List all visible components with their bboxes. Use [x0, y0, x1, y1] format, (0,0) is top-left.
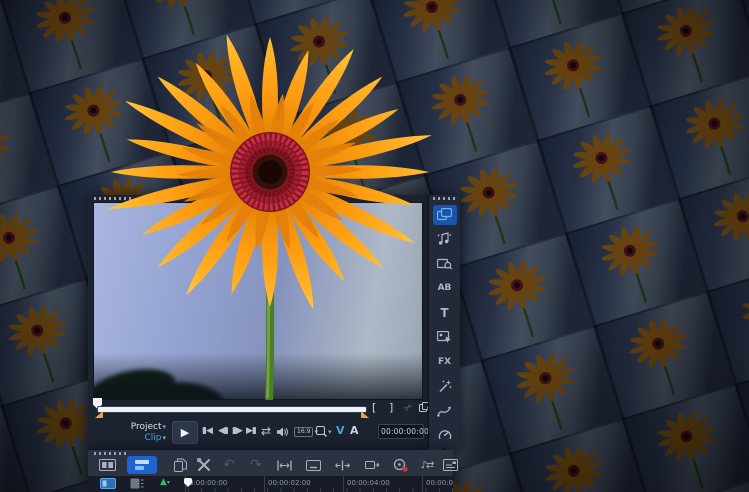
chevron-down-icon: ▾	[167, 479, 170, 486]
media-stack-icon	[437, 208, 452, 221]
graphic-overlay-icon	[437, 331, 452, 344]
screenshot-root: [ ] ✂ Project▾ Clip▾ ▶ ▮◀ ◀▮ ▮▶ ▶▮ ⇄	[0, 0, 749, 492]
timecode-display[interactable]: 00:00:00:000 ⇅	[378, 424, 424, 439]
video-toggle-button[interactable]: V	[336, 424, 345, 437]
seek-track[interactable]	[98, 407, 366, 412]
preview-player-panel: [ ] ✂ Project▾ Clip▾ ▶ ▮◀ ◀▮ ▮▶ ▶▮ ⇄	[88, 195, 428, 450]
fit-timeline-icon	[277, 460, 292, 471]
wrench-tools-icon	[197, 458, 211, 472]
expand-tracks-button[interactable]	[331, 456, 353, 474]
audio-toggle-button[interactable]: A	[350, 424, 359, 437]
title-t-label: T	[440, 306, 448, 320]
project-mode-button[interactable]: Project▾	[131, 422, 166, 433]
go-to-end-button[interactable]: ▶▮	[246, 426, 256, 436]
chevron-down-icon: ▾	[162, 423, 166, 431]
sidebar-item-transition[interactable]: AB	[433, 278, 457, 298]
transition-ab-label: AB	[438, 283, 452, 293]
video-bottom-shadow	[94, 353, 422, 399]
timeline-view-button[interactable]	[127, 456, 157, 474]
sound-mixer-button[interactable]: ♪⇄	[416, 456, 438, 474]
track-manager-button[interactable]	[130, 478, 144, 489]
toolbar-icon-row: ↶ ↷	[88, 456, 453, 476]
next-frame-button[interactable]: ▮▶	[232, 426, 242, 436]
trim-start-handle[interactable]	[95, 411, 103, 418]
sidebar-item-speed[interactable]	[433, 425, 457, 445]
ruler-label: 00:00:02:00	[264, 476, 311, 492]
sidebar-item-path[interactable]	[433, 401, 457, 421]
move-clip-icon	[365, 459, 380, 471]
storyboard-view-button[interactable]	[96, 456, 118, 474]
go-to-start-button[interactable]: ▮◀	[202, 426, 212, 436]
copy-button[interactable]	[169, 456, 191, 474]
subtitle-editor-button[interactable]	[439, 456, 461, 474]
sidebar-item-filter[interactable]: FX	[433, 352, 457, 372]
add-track-triangle-icon: ▲	[160, 477, 167, 487]
zoom-level-button[interactable]: ▾	[316, 426, 332, 437]
screen-adjust-icon	[306, 460, 321, 471]
record-capture-button[interactable]	[389, 456, 411, 474]
fit-project-button[interactable]	[273, 456, 295, 474]
settings-tools-button[interactable]	[193, 456, 215, 474]
record-reel-icon	[393, 458, 408, 472]
motion-path-icon	[437, 405, 452, 417]
template-film-magnifier-icon	[437, 257, 452, 270]
track-layout-icon	[130, 478, 144, 489]
mark-in-button[interactable]: [	[372, 400, 376, 416]
ruler-label: 00:00:04:00	[343, 476, 390, 492]
ruler-label: 00:00:06:0	[422, 476, 453, 492]
undo-button[interactable]: ↶	[218, 456, 240, 474]
sidebar-item-motion[interactable]	[433, 376, 457, 396]
timeline-ruler[interactable]: 0:00:00:00 00:00:02:00 00:00:04:00 00:00…	[180, 476, 453, 492]
add-track-button[interactable]: ▲▾	[160, 477, 170, 487]
sidebar-item-media[interactable]	[433, 205, 457, 225]
sidebar-item-instant-project[interactable]	[433, 254, 457, 274]
split-clip-icon[interactable]: ✂	[401, 400, 416, 416]
project-duration-button[interactable]	[302, 456, 324, 474]
clip-mode-button[interactable]: Clip▾	[131, 433, 166, 444]
library-nav-sidebar: AB T FX	[428, 195, 460, 448]
preview-panel-drag-handle[interactable]	[94, 197, 132, 200]
timeline-bars-icon	[134, 459, 150, 471]
sidebar-item-title[interactable]: T	[433, 303, 457, 323]
seek-bar-row: [ ] ✂	[88, 400, 428, 420]
speed-gauge-icon	[438, 428, 452, 442]
sidebar-item-audio[interactable]	[433, 229, 457, 249]
project-mode-label: Project	[131, 422, 162, 432]
subtitle-film-icon	[443, 459, 458, 471]
magnifier-icon	[316, 426, 327, 437]
speaker-icon[interactable]	[277, 427, 289, 437]
music-note-icon	[437, 232, 452, 246]
previous-frame-button[interactable]: ◀▮	[218, 426, 228, 436]
video-clip-icon	[100, 478, 116, 489]
expand-arrows-icon	[335, 460, 350, 471]
chevron-down-icon: ▾	[162, 434, 166, 442]
playback-controls-row: Project▾ Clip▾ ▶ ▮◀ ◀▮ ▮▶ ▶▮ ⇄ 16:9▾	[88, 421, 428, 447]
aspect-ratio-label: 16:9	[294, 427, 313, 437]
timecode-value: 00:00:00:000	[381, 427, 434, 436]
filter-fx-label: FX	[438, 357, 451, 367]
playback-mode-switch: Project▾ Clip▾	[131, 422, 166, 444]
aspect-ratio-button[interactable]: 16:9▾	[294, 427, 318, 437]
mark-out-button[interactable]: ]	[389, 400, 393, 416]
play-button[interactable]: ▶	[172, 421, 198, 444]
redo-button[interactable]: ↷	[245, 456, 267, 474]
sidebar-drag-handle[interactable]	[433, 197, 457, 200]
ripple-edit-button[interactable]	[361, 456, 383, 474]
toolbar-drag-handle[interactable]	[94, 452, 128, 455]
video-preview-area	[93, 202, 423, 400]
copy-pages-icon	[174, 458, 187, 472]
timeline-toolbar-panel: ↶ ↷	[88, 450, 453, 492]
magic-wand-icon	[438, 379, 452, 393]
chevron-down-icon: ▾	[328, 428, 332, 436]
video-track-button[interactable]	[100, 478, 116, 489]
repeat-icon[interactable]: ⇄	[261, 424, 271, 438]
filmstrip-icon	[99, 459, 116, 471]
trim-end-handle[interactable]	[361, 411, 369, 418]
timeline-ruler-row: ▲▾ 0:00:00:00 00:00:02:00 00:00:04:00 00…	[88, 476, 453, 492]
clip-mode-label: Clip	[144, 433, 161, 443]
sidebar-item-graphic[interactable]	[433, 327, 457, 347]
